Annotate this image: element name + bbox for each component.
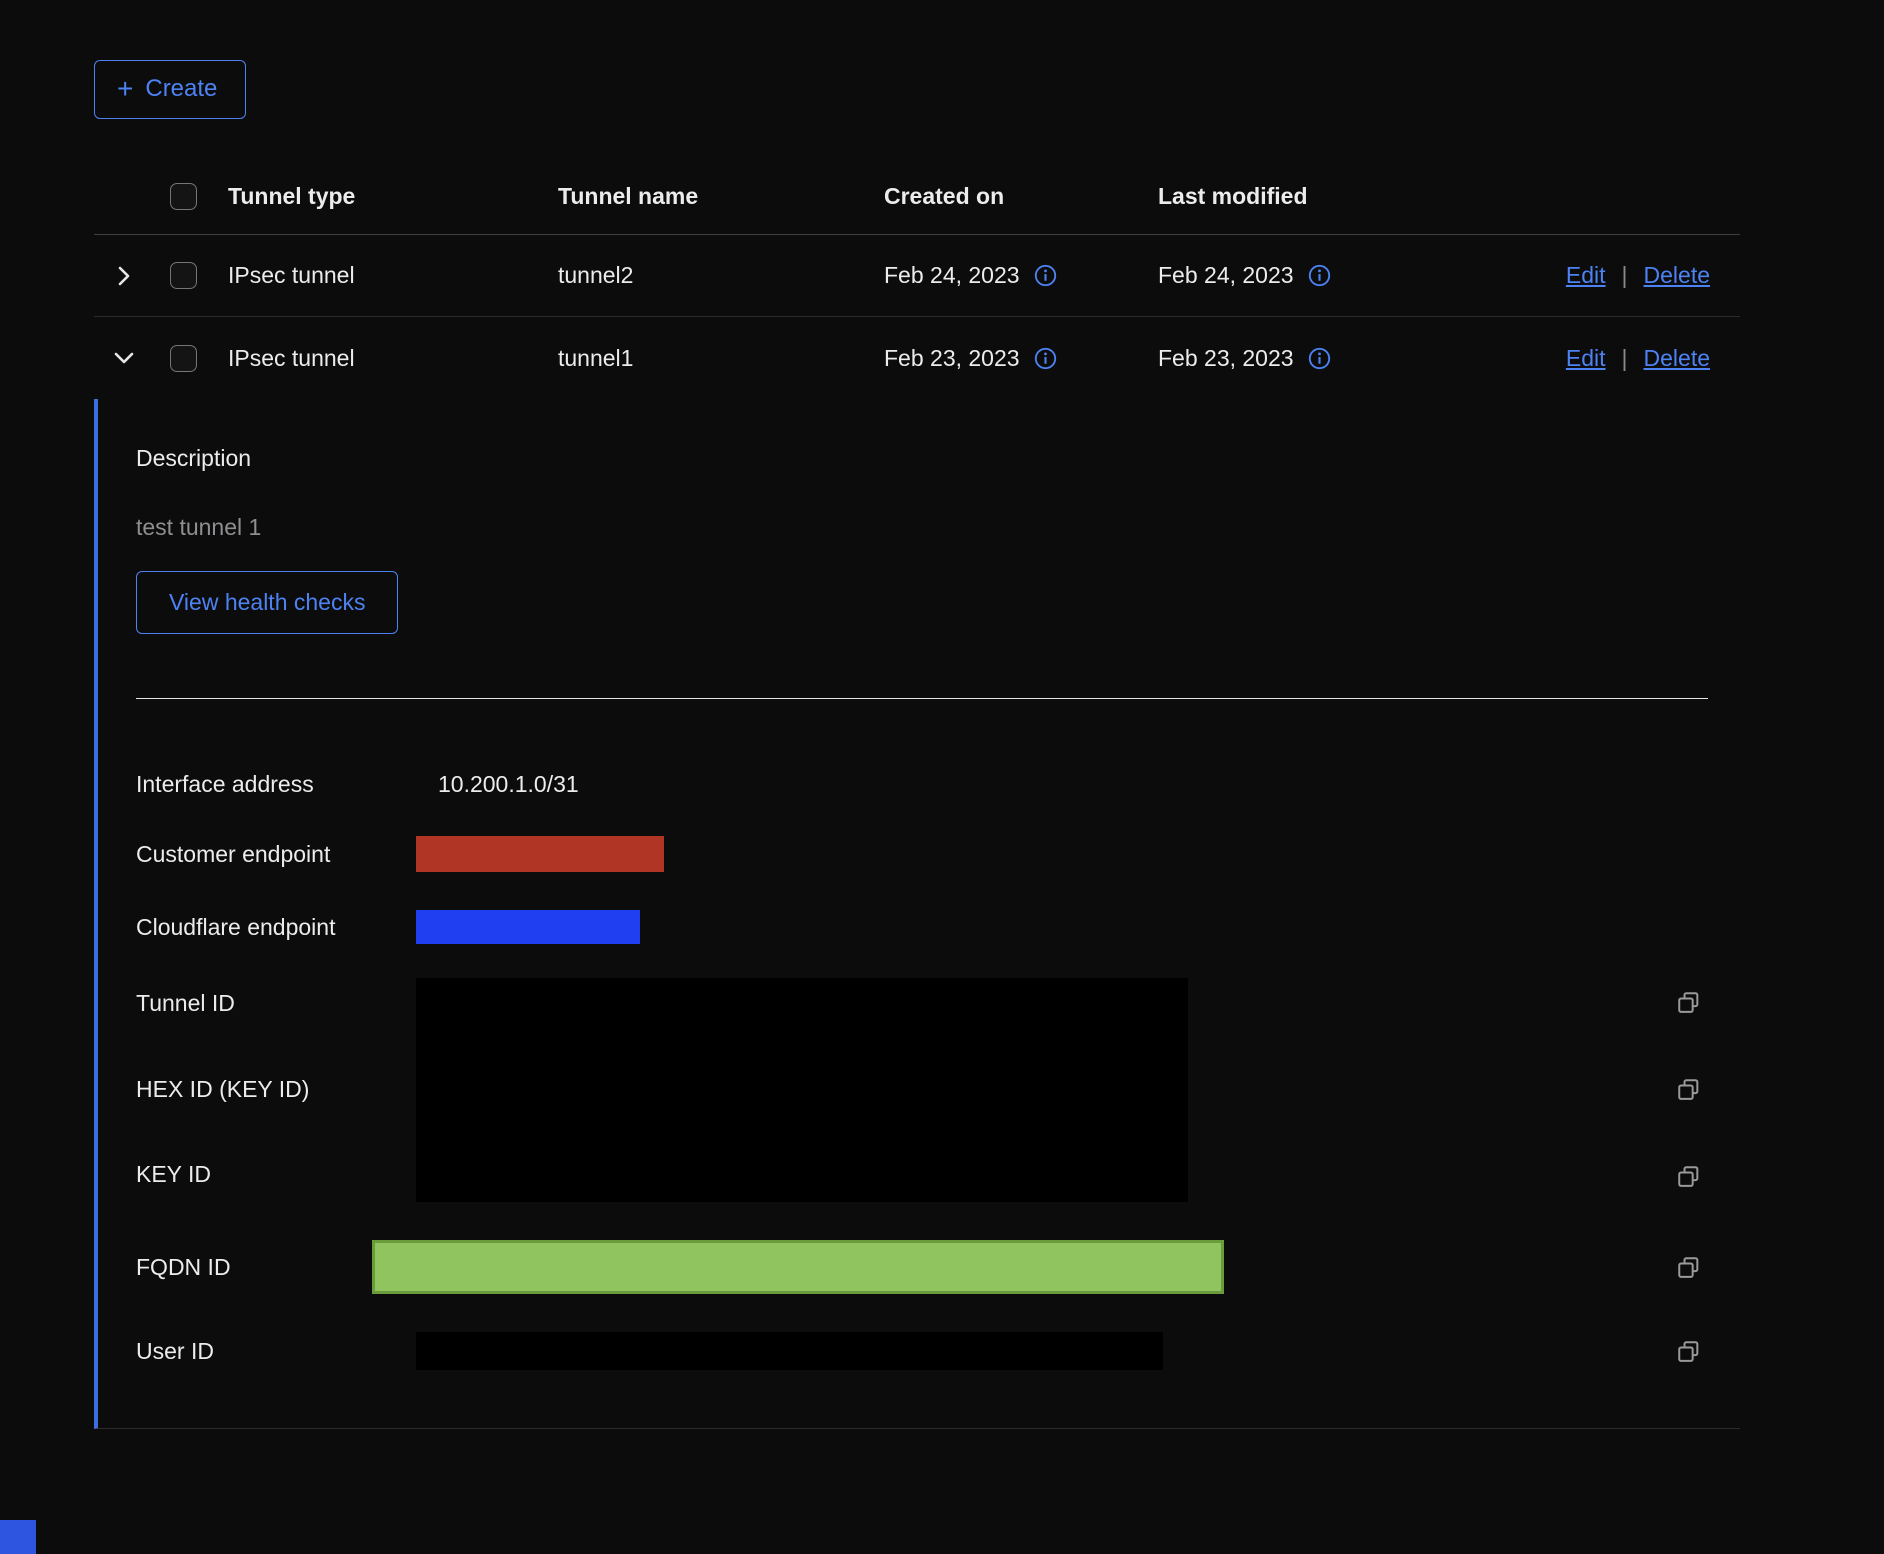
copy-icon	[1674, 1253, 1702, 1281]
copy-icon	[1674, 1075, 1702, 1103]
copy-icon	[1674, 1162, 1702, 1190]
tunnel-detail-panel: Description test tunnel 1 View health ch…	[94, 399, 1740, 1429]
created-on-cell: Feb 23, 2023	[884, 345, 1020, 372]
customer-endpoint-redacted-value	[416, 836, 664, 872]
tunnels-table: Tunnel type Tunnel name Created on Last …	[94, 159, 1740, 1429]
copy-hex-id-button[interactable]	[1674, 1075, 1702, 1103]
info-icon[interactable]	[1308, 347, 1331, 370]
chevron-down-icon	[111, 345, 137, 371]
section-divider	[136, 698, 1708, 699]
action-separator: |	[1622, 345, 1628, 372]
copy-key-id-button[interactable]	[1674, 1162, 1702, 1190]
copy-icon	[1674, 988, 1702, 1016]
cloudflare-endpoint-row: Cloudflare endpoint	[136, 910, 1740, 944]
table-row: IPsec tunnel tunnel1 Feb 23, 2023 Feb 23…	[94, 317, 1740, 399]
plus-icon: +	[117, 78, 133, 100]
cloudflare-endpoint-redacted-value	[416, 910, 640, 944]
tunnel-name-cell: tunnel1	[542, 345, 868, 372]
copy-user-id-button[interactable]	[1674, 1337, 1702, 1365]
hex-id-label: HEX ID (KEY ID)	[136, 1076, 416, 1103]
view-health-checks-button[interactable]: View health checks	[136, 571, 398, 634]
created-on-cell: Feb 24, 2023	[884, 262, 1020, 289]
cloudflare-endpoint-label: Cloudflare endpoint	[136, 914, 416, 941]
user-id-row: User ID	[136, 1332, 1740, 1370]
last-modified-cell: Feb 24, 2023	[1158, 262, 1294, 289]
fqdn-id-row: FQDN ID	[136, 1240, 1740, 1294]
description-value: test tunnel 1	[136, 514, 1740, 541]
bottom-left-accent	[0, 1520, 36, 1554]
interface-address-label: Interface address	[136, 771, 416, 798]
user-id-redacted-value	[416, 1332, 1163, 1370]
fqdn-id-redacted-value	[372, 1240, 1224, 1294]
table-header-row: Tunnel type Tunnel name Created on Last …	[94, 159, 1740, 235]
customer-endpoint-label: Customer endpoint	[136, 841, 416, 868]
collapse-row-button[interactable]	[94, 345, 154, 371]
edit-link[interactable]: Edit	[1566, 262, 1606, 289]
column-header-tunnel-name: Tunnel name	[542, 183, 868, 210]
action-separator: |	[1622, 262, 1628, 289]
key-id-label: KEY ID	[136, 1161, 416, 1188]
interface-address-row: Interface address 10.200.1.0/31	[136, 771, 1740, 798]
create-button[interactable]: + Create	[94, 60, 246, 119]
column-header-tunnel-type: Tunnel type	[212, 183, 542, 210]
fqdn-id-label: FQDN ID	[136, 1254, 372, 1281]
tunnels-page: + Create Tunnel type Tunnel name Created…	[94, 60, 1740, 1429]
table-row: IPsec tunnel tunnel2 Feb 24, 2023 Feb 24…	[94, 235, 1740, 317]
copy-fqdn-id-button[interactable]	[1674, 1253, 1702, 1281]
description-label: Description	[136, 445, 1740, 472]
column-header-created-on: Created on	[868, 183, 1142, 210]
last-modified-cell: Feb 23, 2023	[1158, 345, 1294, 372]
tunnel-id-label: Tunnel ID	[136, 990, 416, 1017]
info-icon[interactable]	[1308, 264, 1331, 287]
copy-icon	[1674, 1337, 1702, 1365]
customer-endpoint-row: Customer endpoint	[136, 836, 1740, 872]
info-icon[interactable]	[1034, 264, 1057, 287]
tunnel-ids-redacted-value	[416, 978, 1188, 1202]
interface-address-value: 10.200.1.0/31	[416, 771, 579, 798]
user-id-label: User ID	[136, 1338, 416, 1365]
copy-tunnel-id-button[interactable]	[1674, 988, 1702, 1016]
tunnel-type-cell: IPsec tunnel	[212, 345, 542, 372]
column-header-last-modified: Last modified	[1142, 183, 1442, 210]
edit-link[interactable]: Edit	[1566, 345, 1606, 372]
row-checkbox[interactable]	[170, 262, 197, 289]
chevron-right-icon	[111, 263, 137, 289]
delete-link[interactable]: Delete	[1644, 345, 1710, 372]
select-all-checkbox[interactable]	[170, 183, 197, 210]
row-checkbox[interactable]	[170, 345, 197, 372]
tunnel-name-cell: tunnel2	[542, 262, 868, 289]
delete-link[interactable]: Delete	[1644, 262, 1710, 289]
info-icon[interactable]	[1034, 347, 1057, 370]
create-button-label: Create	[145, 75, 217, 103]
expand-row-button[interactable]	[94, 263, 154, 289]
tunnel-type-cell: IPsec tunnel	[212, 262, 542, 289]
tunnel-ids-row: Tunnel ID HEX ID (KEY ID) KEY ID	[136, 978, 1740, 1202]
